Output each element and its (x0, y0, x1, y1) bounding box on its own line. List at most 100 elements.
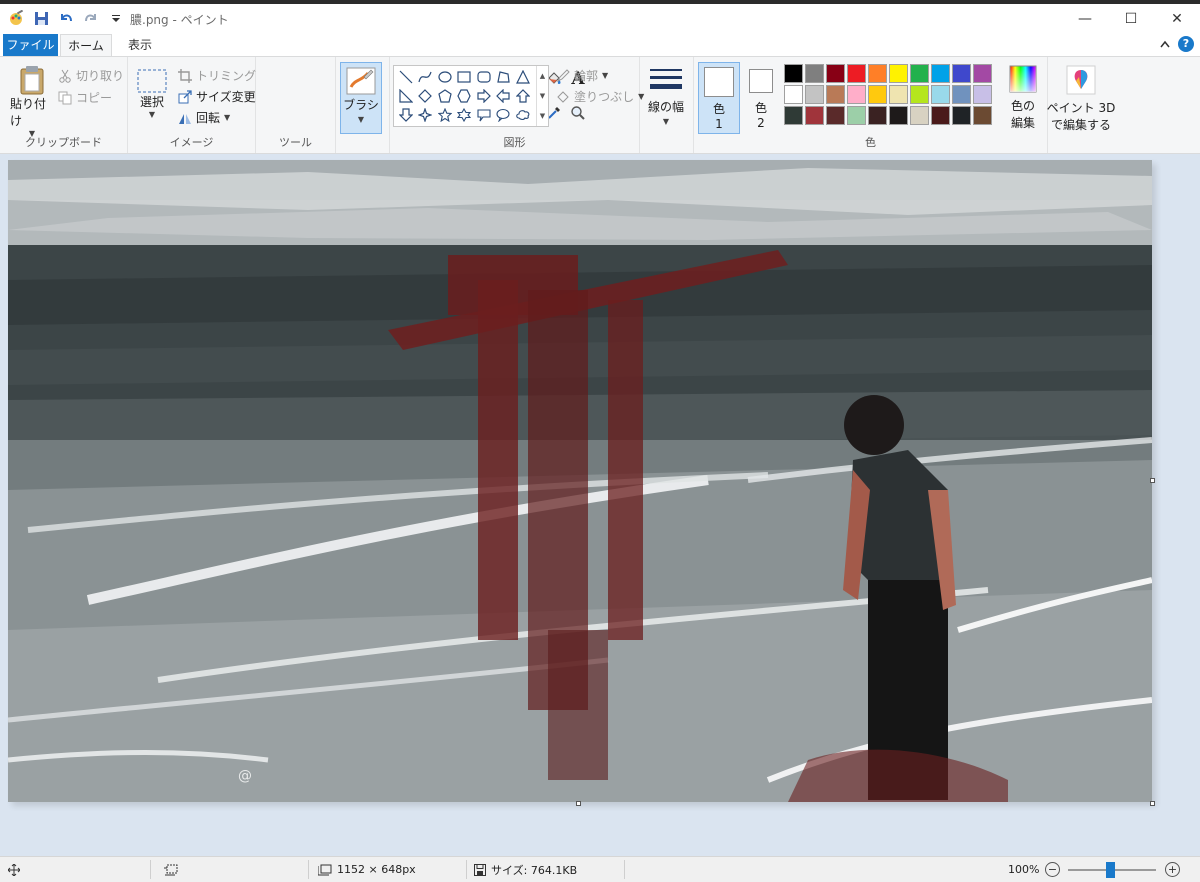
clipboard-group-label: クリップボード (25, 136, 102, 149)
redo-icon[interactable] (83, 10, 99, 26)
scroll-up-icon[interactable]: ▲ (540, 72, 545, 80)
right-arrow-shape-icon[interactable] (474, 86, 493, 105)
customize-quick-access-icon[interactable] (108, 10, 124, 26)
palette-swatch[interactable] (952, 85, 971, 104)
scroll-down-icon[interactable]: ▼ (540, 92, 545, 100)
rounded-rectangle-shape-icon[interactable] (474, 67, 493, 86)
select-button[interactable]: 選択 ▼ (134, 69, 170, 119)
right-triangle-shape-icon[interactable] (396, 86, 415, 105)
paint-app-icon[interactable] (8, 10, 24, 26)
down-arrow-shape-icon[interactable] (396, 105, 415, 124)
palette-swatch[interactable] (805, 64, 824, 83)
five-point-star-shape-icon[interactable] (435, 105, 454, 124)
polygon-shape-icon[interactable] (494, 67, 513, 86)
cloud-callout-shape-icon[interactable] (513, 105, 532, 124)
rectangle-shape-icon[interactable] (455, 67, 474, 86)
shapes-scrollbar[interactable]: ▲ ▼ ▼ (536, 66, 548, 126)
scroll-more-icon[interactable]: ▼ (540, 112, 545, 120)
close-button[interactable]: ✕ (1154, 4, 1200, 34)
canvas-resize-handle-bottom[interactable] (576, 801, 581, 806)
palette-swatch[interactable] (952, 106, 971, 125)
color-spectrum-icon (1009, 65, 1037, 93)
zoom-slider-thumb[interactable] (1106, 862, 1115, 878)
crop-button[interactable]: トリミング (178, 67, 256, 84)
palette-swatch[interactable] (889, 85, 908, 104)
palette-swatch[interactable] (889, 106, 908, 125)
hexagon-shape-icon[interactable] (455, 86, 474, 105)
tab-file[interactable]: ファイル (3, 34, 58, 56)
clipboard-icon (20, 66, 44, 95)
fill-button[interactable]: 塗りつぶし ▼ (556, 88, 644, 105)
brush-button[interactable]: ブラシ ▼ (340, 62, 382, 134)
palette-swatch[interactable] (931, 106, 950, 125)
palette-swatch[interactable] (952, 64, 971, 83)
palette-swatch[interactable] (805, 85, 824, 104)
status-divider (150, 860, 151, 879)
palette-swatch[interactable] (868, 106, 887, 125)
palette-swatch[interactable] (784, 64, 803, 83)
palette-swatch[interactable] (805, 106, 824, 125)
palette-swatch[interactable] (847, 106, 866, 125)
palette-swatch[interactable] (784, 106, 803, 125)
size-button[interactable]: 線の幅 ▼ (646, 67, 686, 126)
disk-icon (474, 863, 486, 876)
size-dropdown-icon: ▼ (662, 117, 670, 126)
tab-home[interactable]: ホーム (60, 34, 112, 56)
palette-swatch[interactable] (868, 85, 887, 104)
copy-button[interactable]: コピー (58, 89, 112, 106)
triangle-shape-icon[interactable] (513, 67, 532, 86)
status-bar: 1152 × 648px サイズ: 764.1KB 100% − + (0, 856, 1200, 882)
palette-swatch[interactable] (973, 85, 992, 104)
palette-swatch[interactable] (826, 106, 845, 125)
palette-swatch[interactable] (973, 106, 992, 125)
palette-swatch[interactable] (931, 85, 950, 104)
zoom-out-button[interactable]: − (1045, 862, 1060, 877)
resize-button[interactable]: サイズ変更 (178, 88, 256, 105)
palette-swatch[interactable] (973, 64, 992, 83)
edit-colors-button[interactable]: 色の 編集 (1000, 65, 1046, 131)
canvas-work-area[interactable]: @ (0, 154, 1200, 856)
oval-shape-icon[interactable] (435, 67, 454, 86)
maximize-button[interactable]: ☐ (1108, 4, 1154, 34)
palette-swatch[interactable] (889, 64, 908, 83)
palette-swatch[interactable] (910, 64, 929, 83)
six-point-star-shape-icon[interactable] (455, 105, 474, 124)
line-shape-icon[interactable] (396, 67, 415, 86)
color2-button[interactable]: 色 2 (740, 62, 782, 134)
zoom-in-button[interactable]: + (1165, 862, 1180, 877)
undo-icon[interactable] (58, 10, 74, 26)
save-icon[interactable] (33, 10, 49, 26)
palette-swatch[interactable] (910, 85, 929, 104)
palette-swatch[interactable] (826, 64, 845, 83)
palette-swatch[interactable] (868, 64, 887, 83)
paste-button[interactable]: 貼り付け ▼ (10, 65, 54, 138)
color1-button[interactable]: 色 1 (698, 62, 740, 134)
tab-view[interactable]: 表示 (116, 34, 164, 56)
title-bar: 膿.png - ペイント — ☐ ✕ (0, 0, 1200, 34)
cut-button[interactable]: 切り取り (58, 67, 124, 84)
help-icon[interactable]: ? (1178, 36, 1194, 52)
palette-swatch[interactable] (826, 85, 845, 104)
file-size-text: サイズ: 764.1KB (491, 863, 578, 877)
palette-swatch[interactable] (847, 64, 866, 83)
left-arrow-shape-icon[interactable] (494, 86, 513, 105)
edit-with-paint3d-button[interactable]: ペイント 3D で編集する (1047, 65, 1115, 133)
up-arrow-shape-icon[interactable] (513, 86, 532, 105)
four-point-star-shape-icon[interactable] (416, 105, 435, 124)
outline-button[interactable]: 輪郭 ▼ (556, 67, 608, 84)
drawing-canvas[interactable]: @ (8, 160, 1152, 802)
curve-shape-icon[interactable] (416, 67, 435, 86)
diamond-shape-icon[interactable] (416, 86, 435, 105)
palette-swatch[interactable] (931, 64, 950, 83)
minimize-button[interactable]: — (1062, 4, 1108, 34)
palette-swatch[interactable] (784, 85, 803, 104)
palette-swatch[interactable] (910, 106, 929, 125)
rect-callout-shape-icon[interactable] (474, 105, 493, 124)
canvas-resize-handle-right[interactable] (1150, 478, 1155, 483)
canvas-resize-handle-corner[interactable] (1150, 801, 1155, 806)
oval-callout-shape-icon[interactable] (494, 105, 513, 124)
collapse-ribbon-icon[interactable] (1160, 37, 1170, 51)
palette-swatch[interactable] (847, 85, 866, 104)
pentagon-shape-icon[interactable] (435, 86, 454, 105)
rotate-button[interactable]: 回転 ▼ (178, 109, 230, 126)
